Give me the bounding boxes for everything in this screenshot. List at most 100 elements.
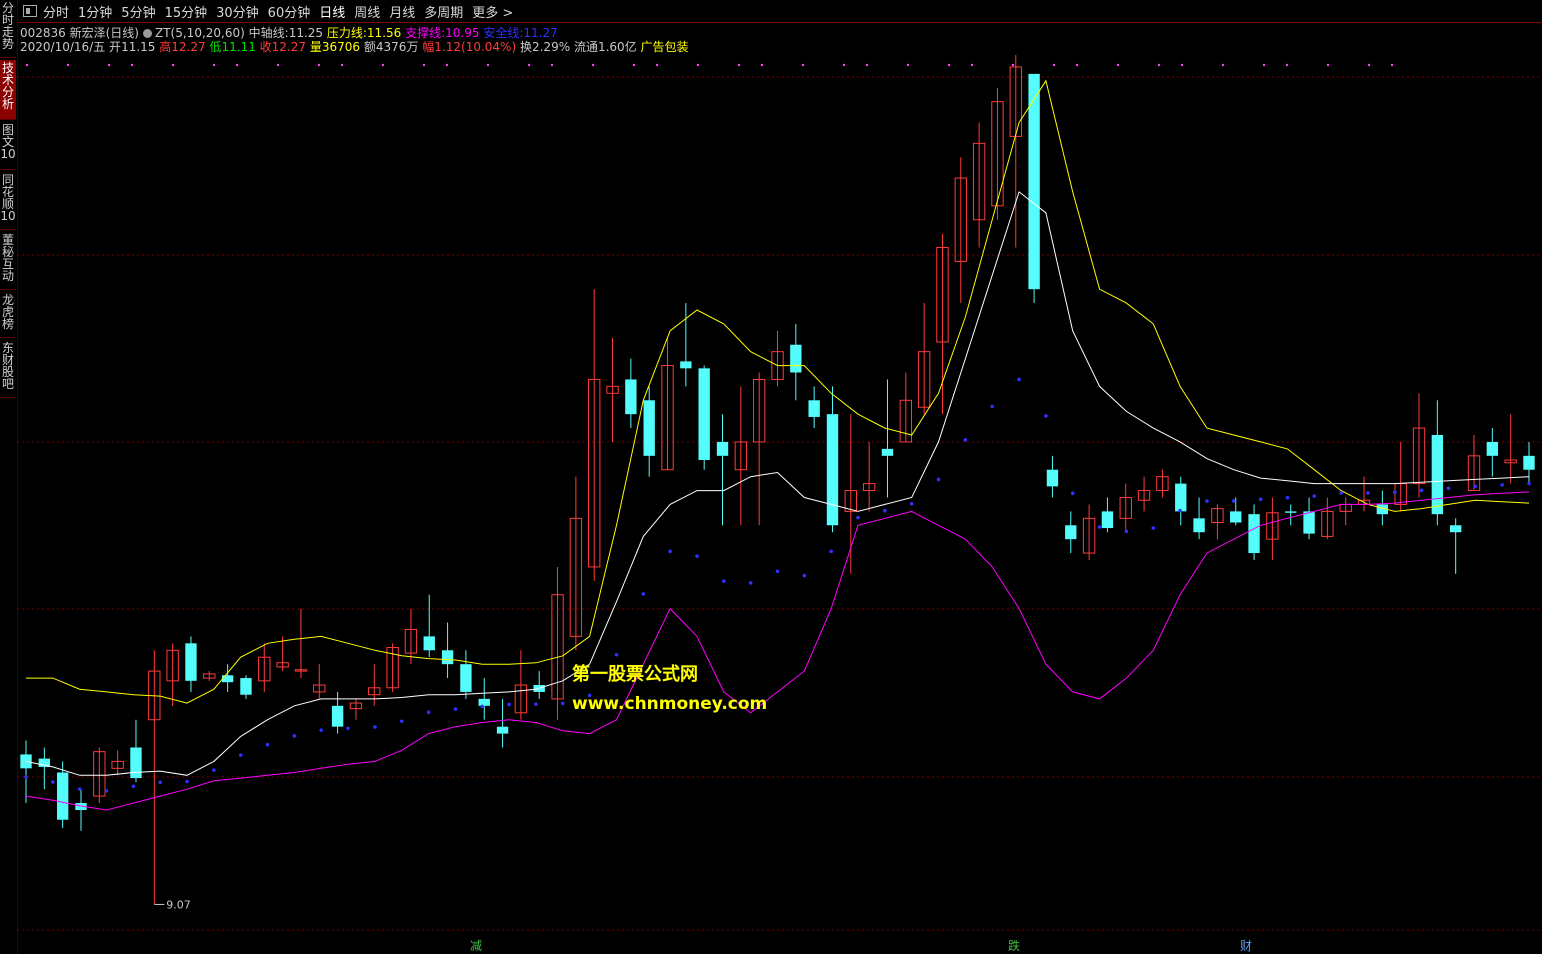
panel-toggle-icon[interactable] xyxy=(23,5,37,17)
amount-label: 额 xyxy=(363,40,376,54)
sidebar-tab-timeshare[interactable]: 分时走势 xyxy=(0,0,16,58)
period-monthly[interactable]: 月线 xyxy=(389,2,415,21)
candle-body-down xyxy=(221,675,234,683)
safe-line-dot xyxy=(1231,499,1236,503)
pressure-line xyxy=(26,79,1530,704)
period-timeshare[interactable]: 分时 xyxy=(43,2,69,21)
signal-dot xyxy=(381,63,385,67)
period-60min[interactable]: 60分钟 xyxy=(268,2,311,21)
safe-line-dot xyxy=(909,501,914,506)
candle-body-down xyxy=(643,400,655,456)
safe-line-dot xyxy=(453,707,458,711)
candle-body-down xyxy=(1065,525,1077,540)
low-value: 11.11 xyxy=(221,40,256,54)
signal-dot xyxy=(1180,63,1184,67)
signal-dot xyxy=(970,63,974,67)
safe-line-dot xyxy=(641,592,646,596)
period-more[interactable]: 更多 > xyxy=(472,2,513,21)
sidebar-tab-technical[interactable]: 技术分析 xyxy=(0,60,16,120)
safe-line-dot xyxy=(77,787,82,791)
signal-dot xyxy=(422,63,426,67)
safe-line-dot xyxy=(534,702,538,706)
safe-line-dot xyxy=(1205,499,1209,503)
safe-line-dot xyxy=(158,780,162,785)
period-30min[interactable]: 30分钟 xyxy=(216,2,259,21)
safe-line-dot xyxy=(1339,491,1343,495)
period-5min[interactable]: 5分钟 xyxy=(121,2,155,21)
candle-body-down xyxy=(1486,441,1499,456)
signal-dot xyxy=(1367,63,1371,67)
safe-line-dot xyxy=(1419,488,1424,493)
period-15min[interactable]: 15分钟 xyxy=(165,2,208,21)
safe-line-dot xyxy=(748,581,753,585)
event-marker-reduce[interactable]: 减 xyxy=(470,937,482,954)
safe-line-dot xyxy=(829,549,833,554)
signal-dot xyxy=(235,63,239,67)
event-marker-fall[interactable]: 跌 xyxy=(1008,937,1020,954)
signal-dot xyxy=(340,63,344,67)
float-value: 1.60亿 xyxy=(597,40,637,54)
period-multi[interactable]: 多周期 xyxy=(424,2,463,21)
signal-dot xyxy=(66,63,70,67)
candle-body-down xyxy=(20,754,32,769)
event-marker-finance[interactable]: 财 xyxy=(1240,937,1252,954)
signal-dot xyxy=(906,63,910,67)
low-label: 低 xyxy=(209,40,222,54)
sidebar-tab-dragon[interactable]: 龙虎榜 xyxy=(0,292,16,338)
candle-body-down xyxy=(881,448,894,456)
formula-circle-icon[interactable] xyxy=(143,29,152,38)
watermark-title: 第一股票公式网 xyxy=(572,664,698,685)
safe-line-dot xyxy=(1393,490,1397,495)
safe-line-dot xyxy=(51,780,55,784)
signal-dot xyxy=(445,63,449,67)
kline-chart[interactable]: 14.809.07 xyxy=(17,55,1542,954)
period-1min[interactable]: 1分钟 xyxy=(78,2,112,21)
period-daily[interactable]: 日线 xyxy=(319,2,345,21)
sidebar-tab-forum[interactable]: 东财股吧 xyxy=(0,340,16,398)
safe-line-dot xyxy=(426,710,431,715)
safe-line-dot xyxy=(292,734,297,738)
high-label: 高 xyxy=(159,40,172,54)
candle-body-down xyxy=(1285,511,1297,513)
sidebar-tab-secretary[interactable]: 董秘互动 xyxy=(0,232,16,290)
signal-dot xyxy=(655,63,659,67)
safe-line-dot xyxy=(936,477,941,482)
concept-tag[interactable]: 广告包装 xyxy=(641,40,689,54)
candle-body-down xyxy=(496,726,509,734)
sidebar-tab-ths[interactable]: 同花顺10 xyxy=(0,172,16,230)
volume-label: 量 xyxy=(309,40,322,54)
candle-body-down xyxy=(130,747,142,779)
turnover-label: 换 xyxy=(519,40,532,54)
safe-line-dot xyxy=(802,573,807,578)
signal-dot xyxy=(171,63,175,67)
safe-line-dot xyxy=(373,725,377,729)
safe-line-dot xyxy=(1151,526,1156,530)
watermark-url: www.chnmoney.com xyxy=(572,694,768,714)
safe-line-dot xyxy=(1070,491,1075,496)
candle-body-down xyxy=(1101,511,1114,529)
candle-body-down xyxy=(680,361,692,369)
quote-info-line: 2020/10/16/五 开11.15 高12.27 低11.11 收12.27… xyxy=(20,38,689,55)
turnover-value: 2.29% xyxy=(531,40,571,54)
change-value: 1.12(10.04%) xyxy=(434,40,517,54)
safe-line-dot xyxy=(883,508,887,513)
signal-dot xyxy=(1262,63,1266,67)
signal-dot xyxy=(1221,63,1225,67)
signal-dot xyxy=(801,63,805,67)
volume-value: 36706 xyxy=(321,40,361,54)
safe-line-dot xyxy=(560,701,565,706)
period-weekly[interactable]: 周线 xyxy=(354,2,380,21)
safe-line-dot xyxy=(856,515,860,520)
signal-dot xyxy=(737,63,741,67)
candle-body-down xyxy=(1230,511,1242,523)
signal-dot xyxy=(1116,63,1120,67)
signal-dot xyxy=(486,63,490,67)
candle-body-down xyxy=(460,664,472,692)
safe-line-dot xyxy=(507,702,511,707)
candle-body-down xyxy=(1175,483,1187,512)
change-label: 幅 xyxy=(422,40,435,54)
safe-line-dot xyxy=(399,719,404,724)
signal-dot xyxy=(865,63,869,67)
open-value: 11.15 xyxy=(121,40,156,54)
sidebar-tab-graphic[interactable]: 图文10 xyxy=(0,122,16,170)
